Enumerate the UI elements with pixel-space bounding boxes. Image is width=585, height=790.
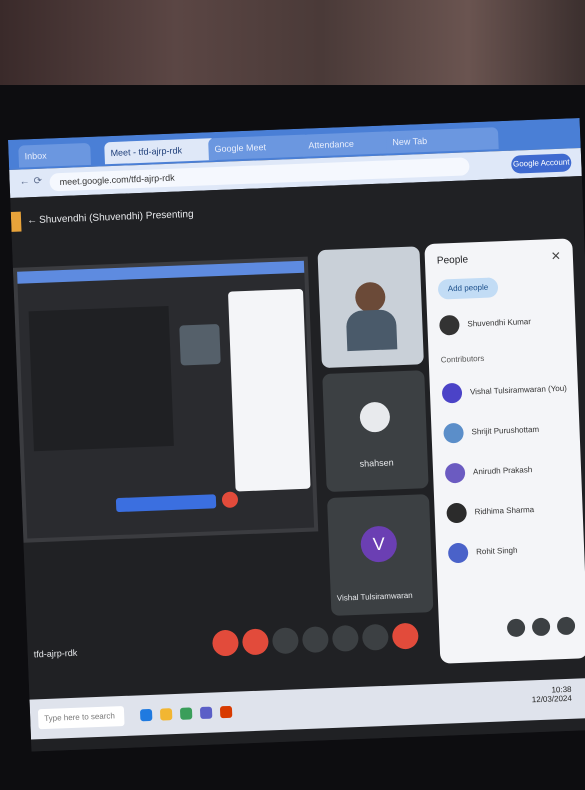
avatar bbox=[359, 401, 391, 433]
nested-leave-button bbox=[221, 491, 239, 509]
captions-button[interactable] bbox=[271, 627, 299, 655]
contributors-heading: Contributors bbox=[440, 353, 485, 365]
profile-button[interactable]: Google Account bbox=[510, 153, 572, 174]
raise-hand-button[interactable] bbox=[301, 626, 329, 654]
list-item[interactable]: Anirudh Prakash bbox=[444, 458, 576, 487]
shared-screen bbox=[12, 256, 319, 543]
nested-stage bbox=[28, 305, 174, 452]
participant-name: Vishal Tulsiramwaran (You) bbox=[469, 383, 568, 397]
chrome-icon[interactable] bbox=[179, 707, 193, 720]
self-view-tile bbox=[317, 246, 424, 369]
taskbar-search[interactable]: Type here to search bbox=[37, 705, 125, 730]
participant-name: Ridhima Sharma bbox=[474, 505, 535, 517]
participant-tile-vishal: V Vishal Tulsiramwaran bbox=[326, 494, 434, 616]
list-item[interactable]: Shrijit Purushottam bbox=[443, 419, 574, 448]
self-view-body bbox=[345, 309, 398, 352]
tab-new[interactable]: New Tab bbox=[385, 127, 499, 154]
tab-label: Attendance bbox=[308, 138, 355, 151]
tab-meet-active[interactable]: Meet - tfd-ajrp-rdk bbox=[104, 138, 217, 165]
meet-logo-icon bbox=[10, 211, 22, 232]
teams-icon[interactable] bbox=[199, 706, 213, 720]
avatar bbox=[439, 314, 460, 336]
host-name: Shuvendhi Kumar bbox=[467, 317, 532, 329]
participant-tile-shahsen: shahsen bbox=[322, 370, 429, 493]
tab-label: New Tab bbox=[392, 135, 428, 148]
list-item[interactable]: Ridhima Sharma bbox=[446, 498, 577, 527]
list-item[interactable]: Rohit Singh bbox=[447, 538, 579, 567]
taskbar-clock: 10:38 12/03/2024 bbox=[531, 685, 572, 705]
info-icon[interactable] bbox=[506, 618, 526, 638]
people-panel: People ✕ Add people Shuvendhi Kumar Cont… bbox=[424, 238, 585, 664]
more-options-button[interactable] bbox=[361, 623, 389, 651]
avatar bbox=[447, 542, 469, 564]
avatar bbox=[441, 382, 463, 404]
nested-presenting-bar bbox=[115, 494, 217, 513]
nested-tile bbox=[179, 324, 221, 366]
reload-icon[interactable]: ⟳ bbox=[33, 176, 42, 187]
mic-off-button[interactable] bbox=[211, 629, 239, 657]
participant-name: Rohit Singh bbox=[475, 545, 518, 557]
back-arrow-icon[interactable]: ← bbox=[27, 215, 37, 226]
avatar bbox=[443, 422, 464, 444]
date: 12/03/2024 bbox=[531, 693, 573, 705]
edge-icon[interactable] bbox=[139, 708, 153, 722]
laptop-screen: Inbox Meet - tfd-ajrp-rdk Google Meet At… bbox=[8, 118, 585, 752]
avatar bbox=[444, 462, 466, 484]
tab-label: Meet - tfd-ajrp-rdk bbox=[110, 145, 183, 159]
people-icon[interactable] bbox=[531, 617, 551, 637]
tab-label: Inbox bbox=[24, 150, 47, 162]
presentation-title: Shuvendhi (Shuvendhi) Presenting bbox=[38, 208, 194, 226]
list-item[interactable]: Vishal Tulsiramwaran (You) bbox=[441, 379, 573, 408]
participant-name: shahsen bbox=[359, 457, 394, 469]
office-icon[interactable] bbox=[219, 705, 233, 719]
participant-name: Shrijit Purushottam bbox=[471, 424, 540, 437]
avatar: V bbox=[360, 525, 398, 563]
tab-label: Google Meet bbox=[214, 142, 267, 155]
folder-icon[interactable] bbox=[159, 708, 173, 721]
nested-tab-bar bbox=[17, 260, 305, 284]
back-icon[interactable]: ← bbox=[19, 176, 29, 187]
avatar bbox=[446, 502, 468, 524]
background-room bbox=[0, 0, 585, 95]
camera-off-button[interactable] bbox=[241, 628, 269, 656]
people-heading: People bbox=[436, 254, 469, 267]
participant-name: Anirudh Prakash bbox=[472, 465, 533, 477]
tab-google-meet[interactable]: Google Meet bbox=[208, 134, 311, 161]
close-icon[interactable]: ✕ bbox=[551, 249, 562, 263]
shared-screen-content bbox=[17, 260, 315, 539]
present-button[interactable] bbox=[331, 624, 359, 652]
meet-area: ← Shuvendhi (Shuvendhi) Presenting shahs… bbox=[10, 175, 585, 752]
leave-call-button[interactable] bbox=[391, 622, 419, 650]
host-row: Shuvendhi Kumar bbox=[439, 311, 570, 340]
chat-icon[interactable] bbox=[556, 616, 576, 636]
tab-attendance[interactable]: Attendance bbox=[302, 131, 395, 157]
tab-inbox[interactable]: Inbox bbox=[18, 142, 92, 168]
self-view-person bbox=[354, 281, 386, 313]
participant-name: Vishal Tulsiramwaran bbox=[336, 590, 413, 603]
nested-people-panel bbox=[227, 288, 311, 492]
add-people-button[interactable]: Add people bbox=[437, 277, 499, 300]
